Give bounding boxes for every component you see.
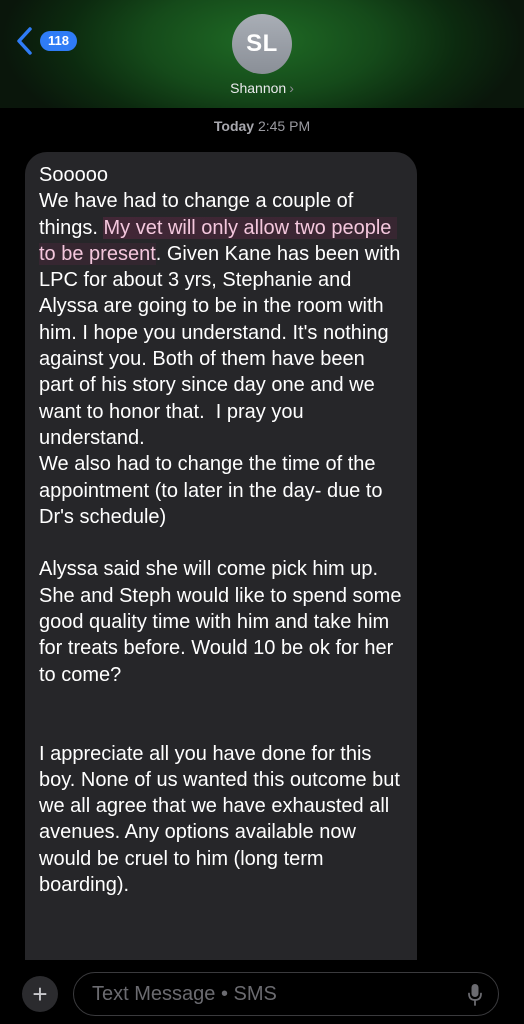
chevron-left-icon	[17, 27, 32, 55]
message-text: Sooooo We have had to change a couple of…	[39, 162, 403, 898]
contact-name: Shannon	[230, 80, 287, 96]
unread-count-badge: 118	[40, 31, 77, 51]
message-text-part-2: . Given Kane has been with LPC for about…	[39, 242, 402, 897]
incoming-message-bubble[interactable]: Sooooo We have had to change a couple of…	[25, 152, 417, 1012]
messages-screen: 118 SL Shannon › Today 2:45 PM Sooooo We…	[0, 0, 524, 1024]
chevron-right-icon: ›	[289, 80, 294, 96]
conversation-header: 118 SL Shannon ›	[0, 0, 524, 108]
message-input-container[interactable]	[73, 972, 499, 1016]
message-input[interactable]	[90, 981, 434, 1007]
message-timestamp: Today 2:45 PM	[0, 118, 524, 134]
timestamp-day: Today	[213, 118, 255, 134]
contact-name-button[interactable]: Shannon ›	[0, 80, 524, 96]
add-attachment-button[interactable]: +	[22, 976, 58, 1012]
contact-avatar[interactable]: SL	[232, 14, 292, 74]
timestamp-time: 2:45 PM	[257, 118, 311, 134]
back-button[interactable]: 118	[14, 26, 77, 56]
mic-icon[interactable]	[468, 983, 482, 1007]
